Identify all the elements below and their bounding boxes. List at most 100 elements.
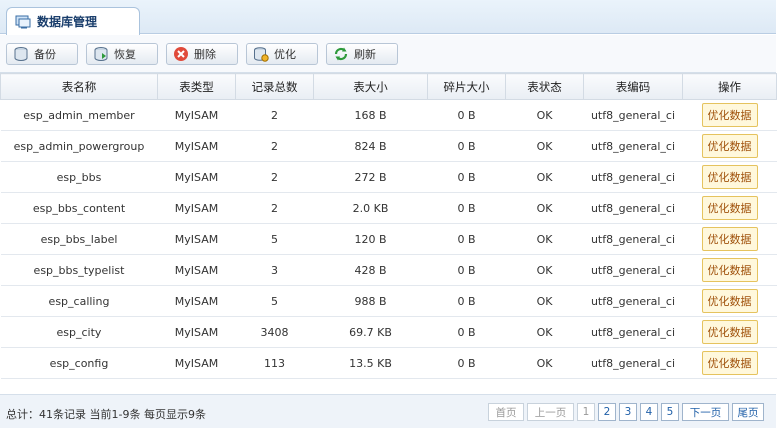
column-header[interactable]: 表类型 <box>157 73 236 100</box>
fragment-size-cell: 0 B <box>427 192 506 224</box>
record-count-cell: 3 <box>235 254 314 286</box>
column-header[interactable]: 表名称 <box>0 73 158 100</box>
table-row: esp_config MyISAM 113 13.5 KB 0 B OK utf8_gene… <box>0 347 777 379</box>
table-name-cell: esp_config <box>0 347 158 379</box>
page-3-button[interactable]: 3 <box>619 403 637 421</box>
table-type-cell: MyISAM <box>157 347 236 379</box>
optimize-data-button[interactable]: 优化数据 <box>701 258 758 282</box>
table-status-cell: OK <box>505 285 584 317</box>
optimize-data-button[interactable]: 优化数据 <box>701 289 758 313</box>
table-size-cell: 2.0 KB <box>313 192 428 224</box>
optimize-data-button[interactable]: 优化数据 <box>701 165 758 189</box>
table-type-cell: MyISAM <box>157 316 236 348</box>
table-size-cell: 272 B <box>313 161 428 193</box>
column-header[interactable]: 碎片大小 <box>427 73 506 100</box>
table-charset-cell: utf8_general_ci <box>583 99 683 131</box>
table-row: esp_admin_member MyISAM 2 168 B0 B OK utf8_ge… <box>0 99 777 131</box>
next-page-button[interactable]: 下一页 <box>682 403 729 421</box>
fragment-size-cell: 0 B <box>427 161 506 193</box>
table-name-cell: esp_calling <box>0 285 158 317</box>
page-5-button[interactable]: 5 <box>661 403 679 421</box>
column-header[interactable]: 表编码 <box>583 73 683 100</box>
table-charset-cell: utf8_general_ci <box>583 316 683 348</box>
restore-label: 恢复 <box>114 48 136 61</box>
table-row: esp_calling MyISAM 5 988 B0 B OK utf8_general… <box>0 285 777 317</box>
table-charset-cell: utf8_general_ci <box>583 254 683 286</box>
first-page-button[interactable]: 首页 <box>488 403 524 421</box>
table-header-row: 表名称 表类型 记录总数 表大小 碎片大小 表状态 表编码 操作 <box>0 73 777 100</box>
fragment-size-cell: 0 B <box>427 99 506 131</box>
tab-bar: 数据库管理 <box>0 0 776 35</box>
table-charset-cell: utf8_general_ci <box>583 192 683 224</box>
table-charset-cell: utf8_general_ci <box>583 223 683 255</box>
table-size-cell: 988 B <box>313 285 428 317</box>
table-size-cell: 824 B <box>313 130 428 162</box>
column-header[interactable]: 记录总数 <box>235 73 314 100</box>
table-row: esp_city MyISAM 3408 69.7 KB 0 B OK utf8_gener… <box>0 316 777 348</box>
table-name-cell: esp_city <box>0 316 158 348</box>
backup-label: 备份 <box>34 48 56 61</box>
optimize-data-button[interactable]: 优化数据 <box>701 196 758 220</box>
table-charset-cell: utf8_general_ci <box>583 130 683 162</box>
action-cell: 优化数据 <box>682 254 777 286</box>
restore-button[interactable]: 恢复 <box>86 43 158 65</box>
page-1-button[interactable]: 1 <box>577 403 595 421</box>
table-status-cell: OK <box>505 192 584 224</box>
table-size-cell: 69.7 KB <box>313 316 428 348</box>
optimize-data-button[interactable]: 优化数据 <box>701 320 758 344</box>
action-cell: 优化数据 <box>682 130 777 162</box>
table-size-cell: 168 B <box>313 99 428 131</box>
optimize-data-button[interactable]: 优化数据 <box>701 227 758 251</box>
record-count-cell: 5 <box>235 285 314 317</box>
table-name-cell: esp_bbs_content <box>0 192 158 224</box>
optimize-label: 优化 <box>274 48 296 61</box>
table-row: esp_admin_powergroup MyISAM 2 824 B0 B OK utf… <box>0 130 777 162</box>
refresh-button[interactable]: 刷新 <box>326 43 398 65</box>
fragment-size-cell: 0 B <box>427 130 506 162</box>
page-4-button[interactable]: 4 <box>640 403 658 421</box>
table-size-cell: 120 B <box>313 223 428 255</box>
table-status-cell: OK <box>505 347 584 379</box>
database-table: 表名称 表类型 记录总数 表大小 碎片大小 表状态 表编码 操作 esp_adm… <box>0 73 777 379</box>
table-charset-cell: utf8_general_ci <box>583 161 683 193</box>
delete-button[interactable]: 删除 <box>166 43 238 65</box>
backup-button[interactable]: 备份 <box>6 43 78 65</box>
record-count-cell: 2 <box>235 99 314 131</box>
table-type-cell: MyISAM <box>157 254 236 286</box>
last-page-button[interactable]: 尾页 <box>732 403 764 421</box>
optimize-button[interactable]: 优化 <box>246 43 318 65</box>
action-cell: 优化数据 <box>682 192 777 224</box>
action-cell: 优化数据 <box>682 285 777 317</box>
action-cell: 优化数据 <box>682 223 777 255</box>
toolbar: 备份 恢复 删除 优化 刷新 <box>0 35 776 73</box>
table-name-cell: esp_admin_powergroup <box>0 130 158 162</box>
tab-title: 数据库管理 <box>37 15 98 29</box>
fragment-size-cell: 0 B <box>427 316 506 348</box>
record-count-cell: 113 <box>235 347 314 379</box>
column-header: 操作 <box>682 73 777 100</box>
page-2-button[interactable]: 2 <box>598 403 616 421</box>
prev-page-button[interactable]: 上一页 <box>527 403 574 421</box>
pager: 首页 上一页 1 2 3 4 5 下一页 尾页 <box>488 403 764 421</box>
table-status-cell: OK <box>505 130 584 162</box>
table-status-cell: OK <box>505 161 584 193</box>
optimize-icon <box>254 47 269 62</box>
table-name-cell: esp_bbs_typelist <box>0 254 158 286</box>
backup-icon <box>14 47 28 61</box>
table-status-cell: OK <box>505 223 584 255</box>
record-count-cell: 5 <box>235 223 314 255</box>
fragment-size-cell: 0 B <box>427 347 506 379</box>
delete-label: 删除 <box>194 48 216 61</box>
column-header[interactable]: 表大小 <box>313 73 428 100</box>
table-row: esp_bbs_label MyISAM 5 120 B0 B OK utf8_gener… <box>0 223 777 255</box>
optimize-data-button[interactable]: 优化数据 <box>701 134 758 158</box>
tab-database-management[interactable]: 数据库管理 <box>6 7 140 35</box>
refresh-label: 刷新 <box>354 48 376 61</box>
action-cell: 优化数据 <box>682 316 777 348</box>
table-size-cell: 13.5 KB <box>313 347 428 379</box>
action-cell: 优化数据 <box>682 161 777 193</box>
optimize-data-button[interactable]: 优化数据 <box>701 103 758 127</box>
table-type-cell: MyISAM <box>157 161 236 193</box>
optimize-data-button[interactable]: 优化数据 <box>701 351 758 375</box>
column-header[interactable]: 表状态 <box>505 73 584 100</box>
